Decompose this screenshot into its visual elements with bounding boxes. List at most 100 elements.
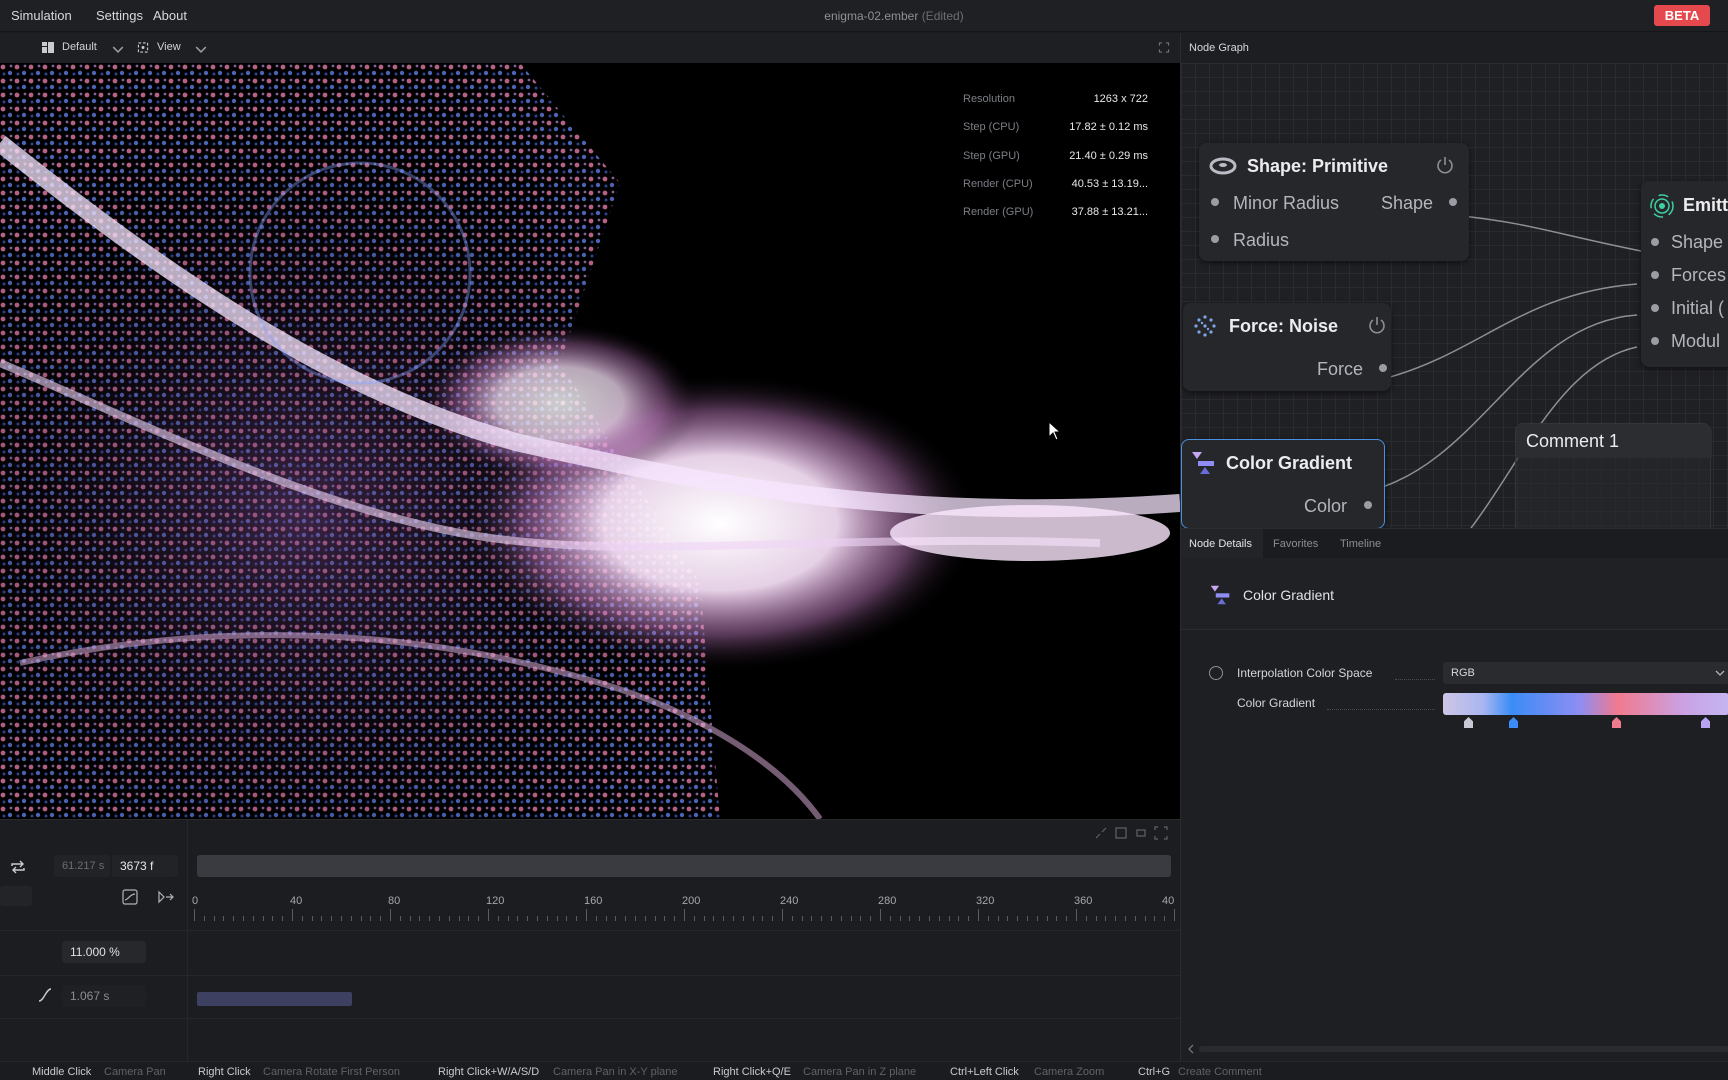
collapse-icon[interactable] <box>1094 826 1108 840</box>
ruler-tick <box>233 916 235 921</box>
node-shape-primitive[interactable]: Shape: Primitive Minor Radius Shape Radi… <box>1199 143 1469 261</box>
ruler-tick <box>331 916 333 921</box>
ruler-tick <box>693 916 695 921</box>
ruler-tick <box>1085 916 1087 921</box>
node-color-gradient[interactable]: Color Gradient Color <box>1181 439 1385 529</box>
frame-field[interactable]: 3673 f <box>112 855 178 877</box>
details-node-name: Color Gradient <box>1243 587 1335 603</box>
gradient-stop[interactable] <box>1509 717 1518 728</box>
ruler-label: 320 <box>976 895 995 907</box>
ruler-label: 40 <box>290 895 303 907</box>
ruler-tick <box>811 916 813 921</box>
step-play-icon[interactable] <box>157 890 175 904</box>
input-port[interactable] <box>1651 337 1659 345</box>
hint-action: Camera Rotate First Person <box>263 1066 400 1078</box>
power-icon[interactable] <box>1435 155 1455 175</box>
ruler-tick <box>595 916 597 921</box>
output-port[interactable] <box>1364 501 1372 509</box>
ruler-tick <box>409 916 411 921</box>
ruler-tick <box>301 916 303 921</box>
ruler-tick <box>1066 916 1068 921</box>
node-details-panel: Color Gradient Interpolation Color Space… <box>1181 558 1728 1061</box>
tab-timeline[interactable]: Timeline <box>1340 538 1381 550</box>
gradient-stop[interactable] <box>1612 717 1621 728</box>
curve-editor-icon[interactable] <box>122 889 138 905</box>
port-label: Shape <box>1671 232 1724 252</box>
color-gradient-editor[interactable] <box>1443 693 1728 715</box>
animation-clip[interactable] <box>197 992 352 1006</box>
tab-favorites[interactable]: Favorites <box>1273 538 1318 550</box>
gradient-stop[interactable] <box>1464 717 1473 728</box>
power-icon[interactable] <box>1367 315 1387 335</box>
chevron-left-icon[interactable] <box>1187 1044 1195 1054</box>
gradient-stop[interactable] <box>1701 717 1710 728</box>
loop-icon[interactable] <box>10 860 26 874</box>
hint-action: Camera Zoom <box>1034 1066 1105 1078</box>
stat-value: 1263 x 722 <box>1093 93 1148 105</box>
stats-overlay: Resolution 1263 x 722 Step (CPU) 17.82 ± 0… <box>963 93 1148 234</box>
beta-badge: BETA <box>1654 5 1710 26</box>
hint-key: Ctrl+Left Click <box>950 1066 1019 1078</box>
chevron-down-icon[interactable] <box>195 44 207 55</box>
time-seconds-field[interactable]: 61.217 s <box>54 855 110 877</box>
panel-tabs: Node Details Favorites Timeline <box>1181 528 1728 559</box>
ruler-tick <box>958 916 960 921</box>
gradient-node-icon <box>1192 452 1214 474</box>
input-port[interactable] <box>1651 304 1659 312</box>
ruler-tick <box>968 916 970 921</box>
ruler-tick <box>635 916 636 921</box>
input-port[interactable] <box>1651 271 1659 279</box>
timeline-scrubber[interactable] <box>197 855 1171 877</box>
timeline-ruler[interactable]: 0 40 80 120 160 200 240 280 320 360 40 <box>192 895 1180 927</box>
ruler-tick <box>576 916 578 921</box>
duration-field[interactable]: 1.067 s <box>62 985 146 1007</box>
easing-curve-icon[interactable] <box>38 988 52 1002</box>
view-dropdown[interactable]: View <box>157 41 181 53</box>
input-port[interactable] <box>1211 235 1219 243</box>
ruler-tick <box>311 916 313 921</box>
port-label: Minor Radius <box>1233 193 1340 213</box>
output-port[interactable] <box>1379 364 1387 372</box>
chevron-down-icon[interactable] <box>112 44 124 55</box>
horizontal-scrollbar[interactable] <box>1199 1046 1728 1052</box>
ruler-tick <box>929 916 930 921</box>
input-port[interactable] <box>1651 238 1659 246</box>
comment-title[interactable]: Comment 1 <box>1526 431 1619 452</box>
preset-dropdown[interactable]: Default <box>62 41 97 53</box>
ruler-label: 360 <box>1074 895 1093 907</box>
ruler-tick <box>733 916 734 921</box>
tab-node-details[interactable]: Node Details <box>1189 538 1252 550</box>
ruler-tick <box>948 916 950 921</box>
ruler-tick <box>1174 909 1175 921</box>
interp-color-space-select[interactable]: RGB <box>1443 662 1728 684</box>
maximize-icon[interactable] <box>1158 42 1170 53</box>
fit-icon[interactable] <box>1114 826 1128 840</box>
track-separator <box>0 1018 1180 1019</box>
menu-bar: Simulation Settings About enigma-02.embe… <box>0 0 1728 32</box>
ruler-tick <box>1046 916 1048 921</box>
reset-radio[interactable] <box>1209 666 1223 680</box>
ruler-tick <box>468 916 470 921</box>
ruler-tick <box>390 909 391 921</box>
output-port[interactable] <box>1449 198 1457 206</box>
input-port[interactable] <box>1211 198 1219 206</box>
ruler-tick <box>194 909 195 921</box>
ruler-label: 0 <box>192 895 199 907</box>
ruler-tick <box>321 916 323 921</box>
frame-icon[interactable] <box>1134 826 1148 840</box>
timeline-panel: 61.217 s 3673 f 11.000 % 1.067 s 0 40 80… <box>0 819 1180 1062</box>
track-name-field[interactable] <box>0 886 32 906</box>
percent-field[interactable]: 11.000 % <box>62 941 146 963</box>
ruler-tick <box>605 916 607 921</box>
simulation-viewport[interactable]: Resolution 1263 x 722 Step (CPU) 17.82 ± 0… <box>0 63 1180 819</box>
ruler-tick <box>1095 916 1097 921</box>
node-graph-canvas[interactable]: Shape: Primitive Minor Radius Shape Radi… <box>1181 63 1728 558</box>
ruler-tick <box>889 916 891 921</box>
node-force-noise[interactable]: Force: Noise Force <box>1183 303 1391 391</box>
port-label: Force <box>1317 359 1364 379</box>
fullscreen-icon[interactable] <box>1154 826 1168 840</box>
node-emitter[interactable]: Emitt Shape Forces Initial ( Modul <box>1641 181 1728 367</box>
ruler-tick <box>684 909 685 921</box>
stat-row: Step (GPU) 21.40 ± 0.29 ms <box>963 150 1148 178</box>
window-title: enigma-02.ember (Edited) <box>0 9 1728 23</box>
